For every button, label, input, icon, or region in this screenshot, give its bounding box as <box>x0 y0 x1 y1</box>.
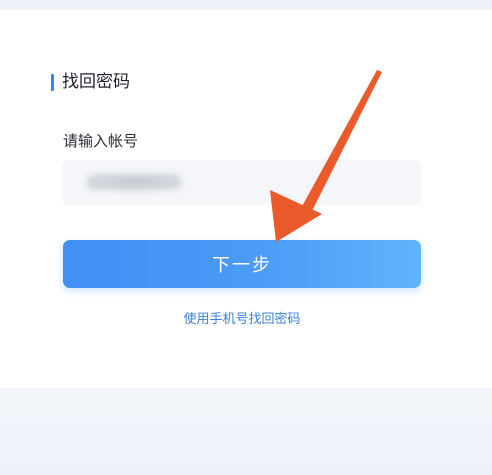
account-value-redacted <box>86 174 182 190</box>
page-background-bottom <box>0 388 492 475</box>
account-label: 请输入帐号 <box>63 132 139 150</box>
title-accent-bar <box>51 74 54 91</box>
page-title: 找回密码 <box>62 72 130 92</box>
top-strip <box>0 0 492 10</box>
recover-by-phone-link[interactable]: 使用手机号找回密码 <box>0 311 484 329</box>
next-step-button[interactable]: 下一步 <box>63 240 421 288</box>
